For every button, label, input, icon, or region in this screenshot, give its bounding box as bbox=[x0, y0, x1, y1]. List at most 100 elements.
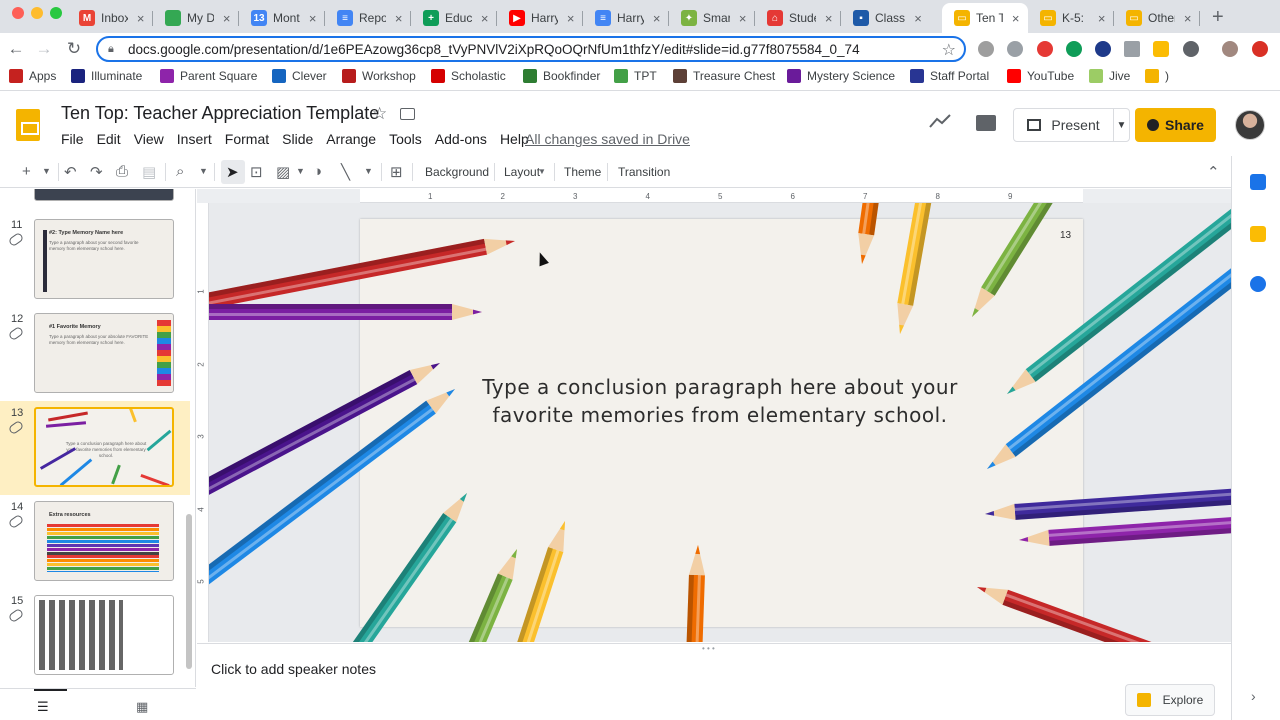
speaker-notes-panel[interactable]: • • • Click to add speaker notes bbox=[197, 643, 1231, 720]
pinterest-extension-icon[interactable] bbox=[1007, 41, 1023, 57]
reload-icon[interactable]: ↻ bbox=[64, 39, 84, 59]
browser-tab[interactable]: ▭ Other × bbox=[1114, 3, 1200, 33]
menu-arrange[interactable]: Arrange bbox=[326, 131, 376, 147]
drive-extension-icon[interactable] bbox=[978, 41, 994, 57]
grid-view-icon[interactable]: ▦ bbox=[136, 699, 148, 715]
browser-tab[interactable]: ≡ Harry × bbox=[583, 3, 669, 33]
close-tab-icon[interactable]: × bbox=[134, 11, 147, 26]
bookmark-item[interactable]: Clever bbox=[272, 69, 327, 83]
browser-tab[interactable]: My Dr × bbox=[153, 3, 239, 33]
undo-icon[interactable]: ↶ bbox=[64, 163, 77, 181]
bookmark-item[interactable]: Apps bbox=[9, 69, 56, 83]
bookmark-item[interactable]: YouTube bbox=[1007, 69, 1074, 83]
move-folder-icon[interactable] bbox=[400, 108, 415, 120]
zoom-dropdown-icon[interactable]: ▼ bbox=[199, 166, 208, 176]
close-tab-icon[interactable]: × bbox=[1009, 11, 1022, 26]
forward-arrow-icon[interactable]: → bbox=[34, 39, 54, 59]
slide-thumbnail-row[interactable]: 12 #1 Favorite Memory Type a paragraph abo… bbox=[0, 307, 190, 401]
close-tab-icon[interactable]: × bbox=[564, 11, 577, 26]
browser-tab[interactable]: ≡ Repor × bbox=[325, 3, 411, 33]
tasks-side-icon[interactable] bbox=[1250, 276, 1266, 292]
close-tab-icon[interactable]: × bbox=[822, 11, 835, 26]
close-tab-icon[interactable]: × bbox=[736, 11, 749, 26]
browser-tab[interactable]: ⌂ Stude × bbox=[755, 3, 841, 33]
menu-insert[interactable]: Insert bbox=[177, 131, 212, 147]
close-tab-icon[interactable]: × bbox=[392, 11, 405, 26]
back-arrow-icon[interactable]: ← bbox=[6, 39, 26, 59]
bookmark-item[interactable]: ) bbox=[1145, 69, 1169, 83]
close-tab-icon[interactable]: × bbox=[306, 11, 319, 26]
slide-thumbnail[interactable]: #2: Type Memory Name here Type a paragrap… bbox=[34, 219, 174, 299]
bookmark-item[interactable]: TPT bbox=[614, 69, 657, 83]
menu-view[interactable]: View bbox=[134, 131, 164, 147]
present-button[interactable]: Present ▼ bbox=[1013, 108, 1130, 142]
slide-thumbnail-10[interactable] bbox=[34, 189, 174, 201]
close-tab-icon[interactable]: × bbox=[478, 11, 491, 26]
slide-thumbnail[interactable]: Type a conclusion paragraph here about y… bbox=[34, 407, 174, 487]
add-comment-icon[interactable]: ⊞ bbox=[390, 163, 403, 181]
redo-icon[interactable]: ↷ bbox=[90, 163, 103, 181]
speaker-notes-placeholder[interactable]: Click to add speaker notes bbox=[211, 661, 376, 677]
new-tab-button[interactable]: + bbox=[1212, 6, 1224, 29]
bookmark-item[interactable]: Treasure Chest bbox=[673, 69, 775, 83]
menu-tools[interactable]: Tools bbox=[389, 131, 422, 147]
image-icon[interactable]: ▨ bbox=[276, 163, 290, 181]
account-avatar[interactable] bbox=[1235, 110, 1265, 140]
zoom-icon[interactable]: ⌕ bbox=[176, 163, 184, 180]
line-dropdown-icon[interactable]: ▼ bbox=[364, 166, 373, 176]
slide-thumbnail-row[interactable]: 14 Extra resources bbox=[0, 495, 190, 589]
paint-format-icon[interactable]: ▤ bbox=[142, 163, 156, 181]
filmstrip-scrollbar[interactable] bbox=[186, 514, 192, 669]
bookmark-item[interactable]: Jive bbox=[1089, 69, 1130, 83]
browser-tab[interactable]: + Educa × bbox=[411, 3, 497, 33]
update-extension-icon[interactable] bbox=[1252, 41, 1268, 57]
explore-button[interactable]: Explore bbox=[1125, 684, 1215, 716]
slide-thumbnail-row[interactable]: 13 Type a conclusion paragraph here about… bbox=[0, 401, 190, 495]
image-dropdown-icon[interactable]: ▼ bbox=[296, 166, 305, 176]
slide-thumbnail-row[interactable]: 15 bbox=[0, 589, 190, 683]
slide-thumbnail-row[interactable]: 11 #2: Type Memory Name here Type a paragr… bbox=[0, 213, 190, 307]
browser-tab[interactable]: ▶ Harry × bbox=[497, 3, 583, 33]
select-arrow-icon[interactable]: ➤ bbox=[226, 163, 239, 181]
save-status[interactable]: All changes saved in Drive bbox=[525, 131, 690, 147]
bookmark-item[interactable]: Scholastic bbox=[431, 69, 506, 83]
comment-icon[interactable] bbox=[976, 115, 996, 131]
browser-tab[interactable]: 13 Monte × bbox=[239, 3, 325, 33]
text-box-icon[interactable]: ⊡ bbox=[250, 163, 263, 181]
bookmark-item[interactable]: Parent Square bbox=[160, 69, 257, 83]
bookmark-star-icon[interactable]: ☆ bbox=[942, 40, 956, 60]
window-zoom-button[interactable] bbox=[50, 7, 62, 19]
star-icon[interactable]: ☆ bbox=[372, 104, 387, 124]
layout-dropdown-icon[interactable]: ▼ bbox=[538, 167, 546, 176]
close-tab-icon[interactable]: × bbox=[220, 11, 233, 26]
transition-button[interactable]: Transition bbox=[618, 165, 670, 179]
list-view-icon[interactable]: ☰ bbox=[37, 699, 49, 715]
window-close-button[interactable] bbox=[12, 7, 24, 19]
window-minimize-button[interactable] bbox=[31, 7, 43, 19]
keep-side-icon[interactable] bbox=[1250, 226, 1266, 242]
print-icon[interactable]: ⎙ bbox=[116, 163, 128, 180]
new-slide-plus-icon[interactable]: + bbox=[22, 163, 31, 180]
new-slide-dropdown-icon[interactable]: ▼ bbox=[42, 166, 51, 176]
background-button[interactable]: Background bbox=[425, 165, 489, 179]
notes-resize-handle[interactable]: • • • bbox=[702, 644, 715, 653]
browser-tab[interactable]: ▪ Class × bbox=[841, 3, 942, 33]
close-tab-icon[interactable]: × bbox=[911, 11, 925, 26]
layout-button[interactable]: Layout bbox=[504, 165, 540, 179]
profile-avatar-icon[interactable] bbox=[1222, 41, 1238, 57]
slide-thumbnail[interactable] bbox=[34, 595, 174, 675]
bookmark-item[interactable]: Illuminate bbox=[71, 69, 142, 83]
menu-format[interactable]: Format bbox=[225, 131, 269, 147]
theme-button[interactable]: Theme bbox=[564, 165, 601, 179]
slide-body-text[interactable]: Type a conclusion paragraph here about y… bbox=[470, 373, 970, 429]
address-bar[interactable]: 🔒︎ docs.google.com/presentation/d/1e6PEA… bbox=[96, 36, 966, 62]
bookmark-item[interactable]: Bookfinder bbox=[523, 69, 600, 83]
slides-logo-icon[interactable] bbox=[16, 109, 40, 141]
line-icon[interactable]: ╲ bbox=[341, 163, 350, 181]
collapse-chevron-icon[interactable]: ⌃ bbox=[1207, 163, 1220, 181]
circle-extension-icon[interactable] bbox=[1183, 41, 1199, 57]
menu-edit[interactable]: Edit bbox=[97, 131, 121, 147]
slide-thumbnail[interactable]: Extra resources bbox=[34, 501, 174, 581]
browser-tab[interactable]: ✦ Smar × bbox=[669, 3, 755, 33]
close-tab-icon[interactable]: × bbox=[650, 11, 663, 26]
